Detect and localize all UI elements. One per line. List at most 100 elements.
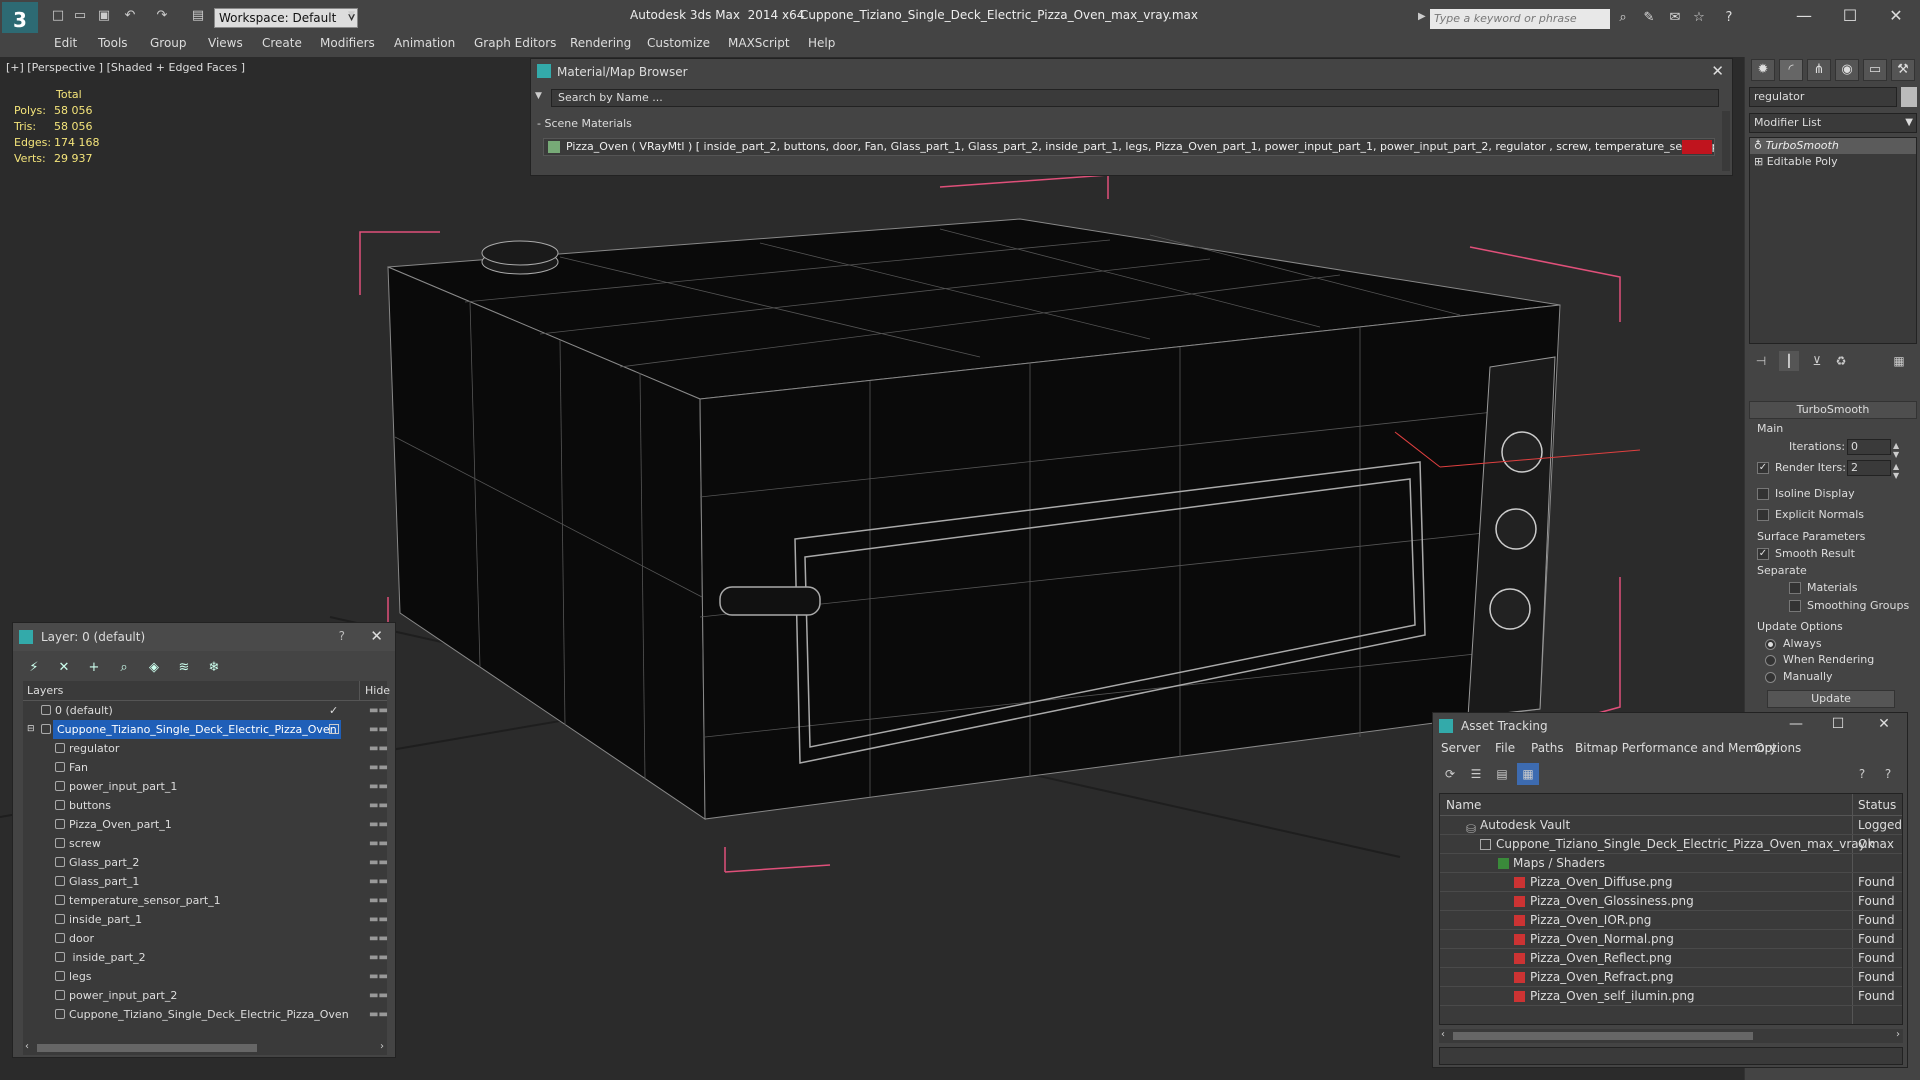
menu-file[interactable]: File — [1495, 741, 1515, 755]
keyword-search-input[interactable]: Type a keyword or phrase — [1430, 9, 1610, 29]
layer-row[interactable]: power_input_part_2 ▬▬ — [23, 986, 388, 1005]
layer-row[interactable]: screw ▬▬ — [23, 834, 388, 853]
modify-tab-icon[interactable]: ◜ — [1779, 59, 1803, 81]
hide-toggle[interactable]: ▬▬ — [369, 815, 388, 834]
close-icon[interactable]: ✕ — [370, 627, 383, 645]
redo-icon[interactable]: ↷ — [152, 6, 172, 26]
modifier-list-dropdown[interactable]: Modifier List ▼ — [1749, 113, 1917, 133]
hide-toggle[interactable]: ▬▬ — [369, 910, 388, 929]
smooth-result-checkbox[interactable]: ✓ — [1757, 548, 1769, 560]
favorites-icon[interactable]: ☆ — [1690, 10, 1708, 28]
asset-row[interactable]: ⛁Autodesk VaultLogged C — [1440, 816, 1902, 836]
separate-materials-checkbox[interactable] — [1789, 582, 1801, 594]
layer-row[interactable]: Glass_part_1 ▬▬ — [23, 872, 388, 891]
menu-options[interactable]: Options — [1755, 741, 1801, 755]
help-icon[interactable]: ? — [1851, 763, 1873, 785]
vertical-scrollbar[interactable] — [1722, 111, 1730, 171]
close-icon[interactable]: ✕ — [1711, 62, 1724, 80]
asset-row[interactable]: Pizza_Oven_IOR.png Found — [1440, 911, 1902, 930]
asset-row[interactable]: Pizza_Oven_Diffuse.png Found — [1440, 873, 1902, 892]
horizontal-scrollbar[interactable]: ‹ › — [1439, 1029, 1903, 1043]
hide-toggle[interactable]: ▬▬ — [369, 777, 388, 796]
delete-layer-icon[interactable]: ✕ — [53, 657, 75, 679]
hide-toggle[interactable]: ▬▬ — [369, 986, 388, 1005]
hide-toggle[interactable]: ▬▬ — [369, 929, 388, 948]
menu-bitmap-performance[interactable]: Bitmap Performance and Memory — [1575, 741, 1777, 755]
communication-icon[interactable]: ✉ — [1666, 10, 1684, 28]
asset-row[interactable]: Maps / Shaders — [1440, 854, 1902, 873]
scrollbar-thumb[interactable] — [37, 1044, 257, 1052]
layer-panel-titlebar[interactable]: Layer: 0 (default) ? ✕ — [13, 623, 395, 651]
maximize-icon[interactable]: ☐ — [1823, 716, 1853, 732]
asset-path-field[interactable] — [1439, 1047, 1903, 1065]
close-icon[interactable]: ✕ — [1869, 716, 1899, 732]
hide-toggle[interactable]: ▬▬ — [369, 853, 388, 872]
subscription-icon[interactable]: ✎ — [1640, 10, 1658, 28]
hide-toggle[interactable]: ▬▬ — [369, 967, 388, 986]
layer-row[interactable]: legs ▬▬ — [23, 967, 388, 986]
asset-row[interactable]: Pizza_Oven_Glossiness.png Found — [1440, 892, 1902, 911]
close-icon[interactable]: ✕ — [1876, 4, 1916, 28]
menu-animation[interactable]: Animation — [394, 36, 455, 50]
hide-toggle[interactable]: ▬▬ — [369, 948, 388, 967]
show-end-result-icon[interactable]: ┃ — [1779, 351, 1799, 371]
asset-row[interactable]: Pizza_Oven_Reflect.png Found — [1440, 949, 1902, 968]
asset-row[interactable]: Pizza_Oven_self_ilumin.png Found — [1440, 987, 1902, 1006]
menu-modifiers[interactable]: Modifiers — [320, 36, 375, 50]
menu-views[interactable]: Views — [208, 36, 243, 50]
layer-row[interactable]: Cuppone_Tiziano_Single_Deck_Electric_Piz… — [23, 1005, 388, 1024]
menu-help[interactable]: Help — [808, 36, 835, 50]
menu-group[interactable]: Group — [150, 36, 187, 50]
workspace-dropdown[interactable]: Workspace: Default ▼ — [214, 8, 358, 28]
spinner-arrows-icon[interactable]: ▲ ▼ — [1893, 462, 1899, 480]
layer-row[interactable]: temperature_sensor_part_1 ▬▬ — [23, 891, 388, 910]
hide-toggle[interactable]: ▬▬ — [369, 701, 388, 720]
layer-row[interactable]: Glass_part_2 ▬▬ — [23, 853, 388, 872]
render-iters-spinner[interactable]: 2 — [1847, 460, 1891, 476]
menu-graph-editors[interactable]: Graph Editors — [474, 36, 556, 50]
list-view-icon[interactable]: ☰ — [1465, 763, 1487, 785]
freeze-all-layers-icon[interactable]: ❄ — [203, 657, 225, 679]
hide-toggle[interactable]: ▬▬ — [369, 1005, 388, 1024]
stack-item-turbosmooth[interactable]: ♁ TurboSmooth — [1750, 138, 1916, 154]
layer-row[interactable]: regulator ▬▬ — [23, 739, 388, 758]
scroll-right-icon[interactable]: › — [1896, 1029, 1900, 1040]
hierarchy-tab-icon[interactable]: ⋔ — [1807, 59, 1831, 81]
hide-toggle[interactable]: ▬▬ — [369, 872, 388, 891]
material-search-input[interactable]: Search by Name ... — [551, 89, 1719, 107]
viewport-label[interactable]: [+] [Perspective ] [Shaded + Edged Faces… — [6, 61, 245, 74]
column-layers[interactable]: Layers — [27, 684, 63, 697]
layer-row[interactable]: ⊟ Cuppone_Tiziano_Single_Deck_Electric_P… — [23, 720, 388, 739]
column-status[interactable]: Status — [1858, 798, 1896, 812]
create-tab-icon[interactable]: ✹ — [1751, 59, 1775, 81]
minimize-icon[interactable]: — — [1784, 4, 1824, 28]
highlight-layer-icon[interactable]: ◈ — [143, 657, 165, 679]
project-folder-icon[interactable]: ▤ — [188, 6, 208, 26]
update-button[interactable]: Update — [1767, 690, 1895, 708]
asset-row[interactable]: Cuppone_Tiziano_Single_Deck_Electric_Piz… — [1440, 835, 1902, 854]
current-layer-box-icon[interactable] — [329, 724, 339, 734]
update-when-rendering-radio[interactable] — [1765, 655, 1776, 666]
stack-item-editable-poly[interactable]: ⊞ Editable Poly — [1750, 154, 1916, 170]
layer-row[interactable]: 0 (default) ✓ ▬▬ — [23, 701, 388, 720]
help-icon[interactable]: ? — [339, 629, 345, 643]
minimize-icon[interactable]: — — [1781, 716, 1811, 732]
collapse-icon[interactable]: ⊟ — [27, 720, 35, 739]
pin-stack-icon[interactable]: ⊣ — [1751, 351, 1771, 371]
menu-paths[interactable]: Paths — [1531, 741, 1564, 755]
hide-toggle[interactable]: ▬▬ — [369, 834, 388, 853]
explicit-normals-checkbox[interactable] — [1757, 509, 1769, 521]
separate-smoothing-groups-checkbox[interactable] — [1789, 600, 1801, 612]
maximize-icon[interactable]: ☐ — [1830, 4, 1870, 28]
layer-row[interactable]: inside_part_1 ▬▬ — [23, 910, 388, 929]
menu-server[interactable]: Server — [1441, 741, 1480, 755]
isoline-display-checkbox[interactable] — [1757, 488, 1769, 500]
object-color-swatch[interactable] — [1901, 87, 1917, 107]
layer-row[interactable]: buttons ▬▬ — [23, 796, 388, 815]
layer-row[interactable]: power_input_part_1 ▬▬ — [23, 777, 388, 796]
menu-edit[interactable]: Edit — [54, 36, 77, 50]
layer-row[interactable]: Fan ▬▬ — [23, 758, 388, 777]
table-view-icon[interactable]: ▦ — [1517, 763, 1539, 785]
turbosmooth-rollout[interactable]: TurboSmooth — [1749, 401, 1917, 419]
scroll-right-icon[interactable]: › — [380, 1041, 384, 1052]
